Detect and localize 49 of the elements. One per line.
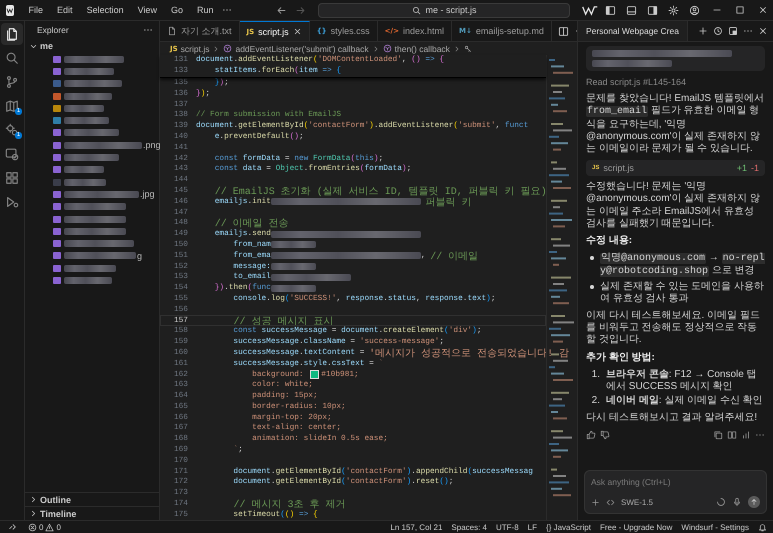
file-name-tail[interactable]: .png: [143, 140, 161, 150]
tool-call-text[interactable]: Read script.js #L145-164: [586, 76, 765, 88]
list-item-text: 브라우저 콘솔: F12 → Console 탭에서 SUCCESS 메시지 확인: [606, 368, 758, 394]
file-name-tail[interactable]: g: [137, 250, 142, 261]
section-heading: 수정 내용:: [586, 235, 634, 248]
menu-item[interactable]: File: [24, 3, 48, 17]
search-field[interactable]: me - script.js: [318, 2, 570, 18]
menu-item[interactable]: Go: [166, 3, 188, 17]
menu-item[interactable]: Run: [192, 3, 218, 17]
list-number: 1.: [590, 368, 600, 382]
status-item[interactable]: LF: [528, 522, 538, 532]
removed-count: -1: [750, 162, 759, 174]
section-heading: 추가 확인 방법:: [586, 352, 656, 364]
status-item[interactable]: {} JavaScript: [546, 522, 591, 532]
code-text: // 이메일 전송: [214, 218, 289, 230]
status-item[interactable]: Spaces: 4: [451, 522, 487, 532]
breadcrumb-item[interactable]: then() callback: [394, 44, 450, 54]
status-item[interactable]: Ln 157, Col 21: [390, 522, 442, 532]
error-count[interactable]: 0: [39, 522, 44, 532]
warning-count[interactable]: 0: [56, 522, 61, 532]
breadcrumb-item[interactable]: script.js: [180, 44, 210, 54]
menu-item[interactable]: Selection: [82, 3, 129, 17]
message-text: 문제를 찾았습니다! EmailJS 템플릿에서 from_email 필드가 유효한 이메일 형식을 요구하는데, '익명@anonymous.com'이 실제 존재하지 않는 이메일이라 문제가 될 수 있습니다.: [586, 93, 765, 156]
code-text: 퍼블릭 키: [424, 196, 472, 209]
code-text: // 메시지 3초 후 제거: [232, 498, 346, 512]
chat-input[interactable]: Ask anything (Ctrl+L): [591, 476, 760, 488]
added-count: +1: [736, 162, 747, 174]
message-text: 이제 다시 테스트해보세요. 이메일 필드를 비워두고 전송해도 정상적으로 작동할 것입니다.: [586, 310, 761, 347]
folder-item[interactable]: me: [25, 39, 159, 53]
status-item[interactable]: Free - Upgrade Now: [600, 522, 672, 532]
code-text: // EmailJS 초기화 (실제 서비스 ID, 템플릿 ID, 퍼블릭 키 필요): [214, 186, 547, 198]
chat-input-box[interactable]: Ask anything (Ctrl+L) SWE-1.5: [584, 470, 767, 514]
list-item-text: 실제 존재할 수 있는 도메인을 사용하여 유효성 검사 통과: [600, 280, 765, 306]
breadcrumb-item[interactable]: addEventListener('submit') callback: [235, 44, 369, 54]
menu-item[interactable]: View: [132, 3, 162, 17]
list-item-text: 익명@anonymous.com → no-reply@robotcoding.shop 으로 변경: [600, 252, 765, 279]
chat-tab[interactable]: Personal Webpage Crea: [578, 21, 688, 41]
list-number: 2.: [590, 395, 600, 408]
panel-title: Explorer: [37, 25, 69, 35]
model-selector[interactable]: SWE-1.5: [621, 498, 654, 506]
message-text: 다시 테스트해보시고 결과 알려주세요!: [586, 412, 758, 425]
list-item-text: 네이버 메일: 실제 이메일 수신 확인: [606, 395, 763, 408]
file-name: script.js: [603, 162, 634, 174]
file-name-tail[interactable]: .jpg: [140, 189, 155, 200]
status-item[interactable]: UTF-8: [496, 522, 519, 532]
status-item[interactable]: Windsurf - Settings: [681, 522, 749, 532]
menu-item[interactable]: Edit: [52, 3, 78, 17]
section-header[interactable]: Outline: [25, 492, 159, 506]
message-text: 수정했습니다! 문제는 '익명@anonymous.com'이 실제 존재하지 않는 이메일 주소라 EmailJS에서 유효성 검사를 실패했기 때문입니다.: [586, 181, 761, 230]
